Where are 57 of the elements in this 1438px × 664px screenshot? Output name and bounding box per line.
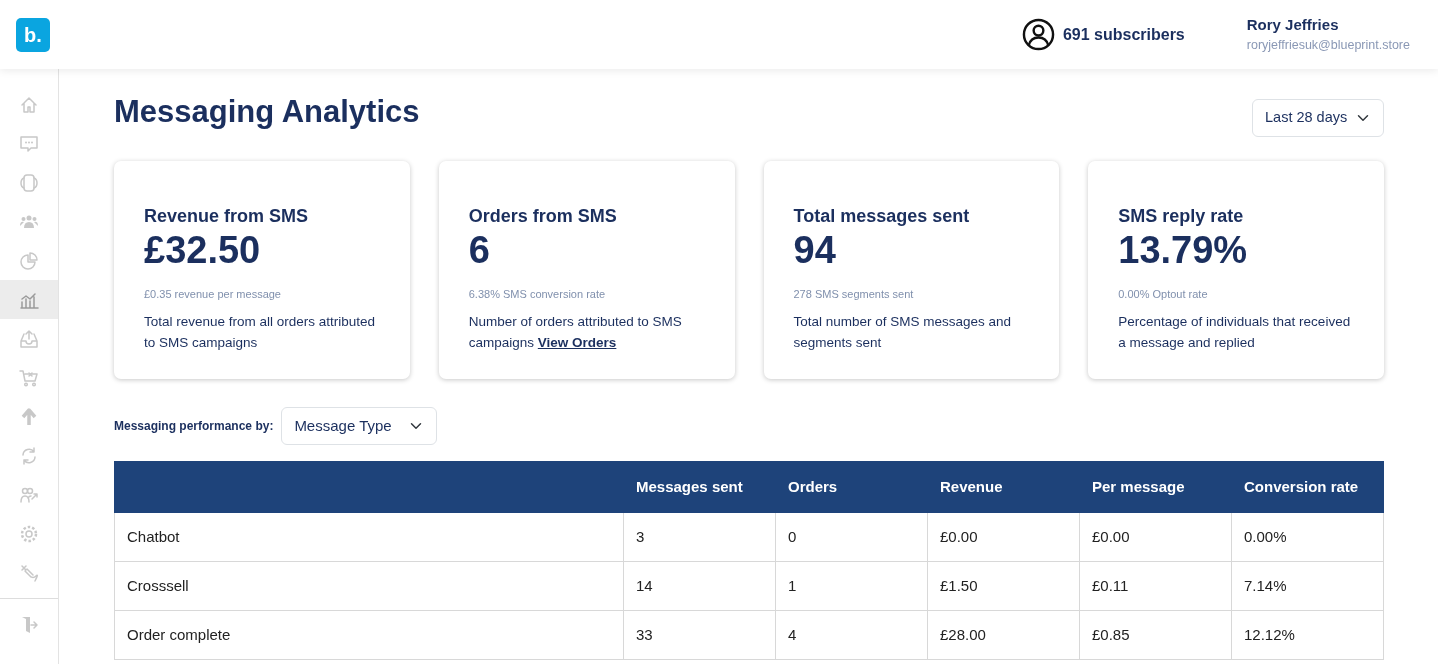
up-arrow-icon[interactable] (19, 406, 39, 427)
card-value: 94 (793, 230, 837, 272)
table-cell: Chatbot (114, 512, 624, 562)
table-cell: £0.00 (1079, 512, 1232, 562)
table-cell: Crosssell (114, 561, 624, 611)
card-description: Total revenue from all orders attributed to SMS campaigns (144, 313, 377, 353)
inbox-upload-icon[interactable] (19, 328, 39, 349)
period-select[interactable]: Last 28 days (1252, 99, 1384, 137)
column-header: Conversion rate (1231, 461, 1384, 513)
user-email: roryjeffriesuk@blueprint.store (1246, 37, 1410, 55)
card-subtext: £0.35 revenue per message (144, 286, 282, 302)
view-orders-link[interactable]: View Orders (537, 335, 617, 351)
card-title: SMS reply rate (1118, 205, 1245, 228)
gear-icon[interactable] (19, 523, 39, 544)
card-description: Number of orders attributed to SMS campaigns View Orders (468, 313, 683, 353)
card-description: Percentage of individuals that received a message and replied (1118, 313, 1352, 353)
card-title: Revenue from SMS (144, 205, 310, 228)
user-name: Rory Jeffries (1246, 14, 1340, 35)
table-cell: 7.14% (1231, 561, 1384, 611)
column-header: Revenue (927, 461, 1080, 513)
card-subtext: 278 SMS segments sent (793, 286, 915, 302)
table-cell: 4 (775, 610, 928, 660)
performance-label: Messaging performance by: (114, 418, 274, 435)
table-cell: £0.00 (927, 512, 1080, 562)
card-subtext: 0.00% Optout rate (1118, 286, 1209, 302)
table-cell: 3 (623, 512, 776, 562)
user-icon (1021, 18, 1055, 51)
table-cell: £28.00 (927, 610, 1080, 660)
performance-select[interactable]: Message Type (281, 407, 438, 445)
table-cell: 0 (775, 512, 928, 562)
table-cell: £0.85 (1079, 610, 1232, 660)
table-cell: £0.11 (1079, 561, 1232, 611)
card-subtext: 6.38% SMS conversion rate (468, 286, 607, 302)
chat-bubble-icon[interactable] (19, 133, 39, 154)
column-header: Per message (1079, 461, 1232, 513)
card-title: Total messages sent (793, 205, 971, 228)
card-description: Total number of SMS messages and segments sent (793, 313, 1013, 353)
column-header: Orders (775, 461, 928, 513)
card-value: 13.79% (1118, 230, 1249, 272)
pages-icon[interactable] (19, 172, 39, 193)
table-cell: Order complete (114, 610, 624, 660)
table-cell: 1 (775, 561, 928, 611)
card-value: 6 (468, 230, 491, 272)
table-cell: 0.00% (1231, 512, 1384, 562)
table-cell: 14 (623, 561, 776, 611)
table-cell: £1.50 (927, 561, 1080, 611)
table-cell: 33 (623, 610, 776, 660)
pie-chart-icon[interactable] (19, 250, 39, 271)
cart-icon[interactable] (19, 367, 39, 388)
column-header: Messages sent (623, 461, 776, 513)
card-value: £32.50 (144, 230, 262, 272)
table-cell: 12.12% (1231, 610, 1384, 660)
subscriber-count: 691 subscribers (1062, 24, 1185, 45)
card-title: Orders from SMS (468, 205, 618, 228)
page-title: Messaging Analytics (114, 93, 420, 131)
sync-icon[interactable] (19, 445, 39, 466)
home-icon[interactable] (19, 94, 39, 115)
